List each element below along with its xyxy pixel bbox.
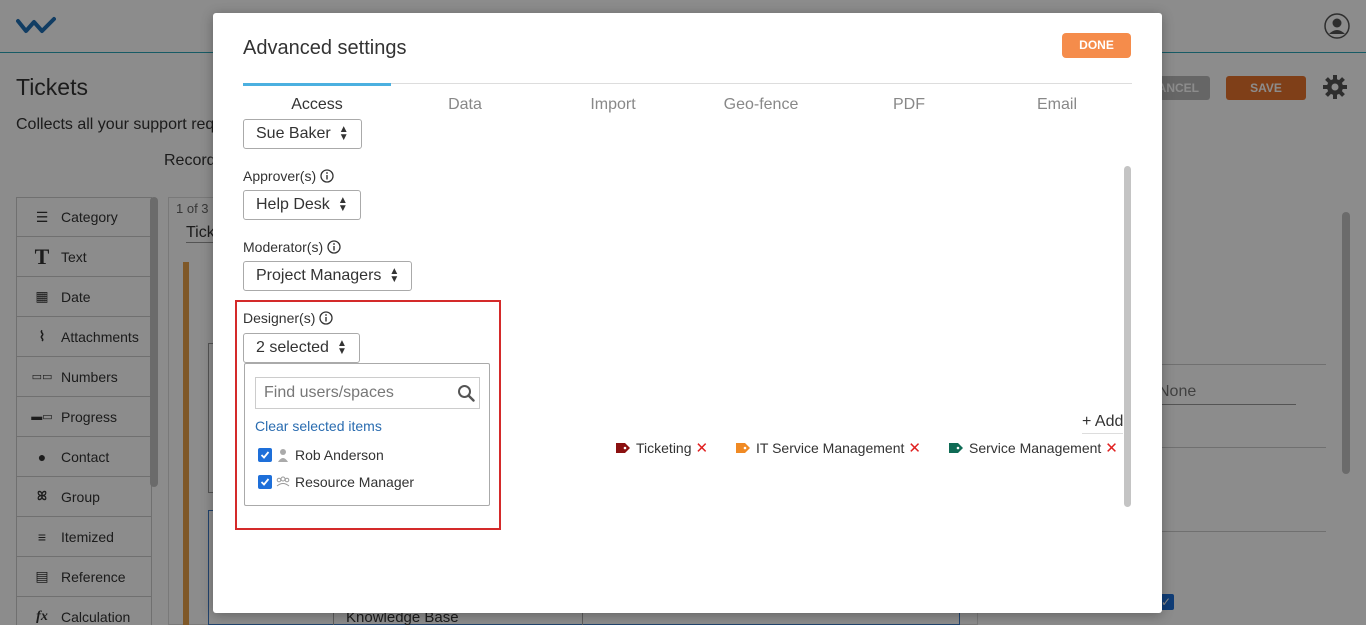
approver-value: Help Desk — [256, 196, 330, 213]
option-label: Rob Anderson — [295, 447, 384, 463]
info-icon[interactable] — [327, 240, 341, 254]
designer-select[interactable]: 2 selected ▲ ▼ — [243, 333, 360, 363]
sort-arrows-icon: ▲ ▼ — [337, 195, 348, 214]
option-resource-manager[interactable]: Resource Manager — [258, 474, 414, 490]
tag-icon — [949, 443, 963, 453]
modal-scrollbar[interactable] — [1124, 166, 1131, 507]
sort-arrows-icon: ▲ ▼ — [338, 124, 349, 143]
tag-it-service-management: IT Service Management ✕ — [736, 439, 921, 457]
remove-tag-icon[interactable]: ✕ — [696, 439, 709, 457]
tag-icon — [736, 443, 750, 453]
option-label: Resource Manager — [295, 474, 415, 490]
tab-geo-fence[interactable]: Geo-fence — [687, 83, 835, 117]
tag-label: Ticketing — [636, 440, 692, 456]
tab-access[interactable]: Access — [243, 83, 391, 117]
option-rob-anderson[interactable]: Rob Anderson — [258, 447, 384, 463]
tag-label: Service Management — [969, 440, 1102, 456]
tag-label: IT Service Management — [756, 440, 905, 456]
settings-tabs: Access Data Import Geo-fence PDF Email — [243, 83, 1132, 117]
designer-dropdown: Clear selected items Rob Anderson Resour… — [244, 363, 490, 506]
modal-title: Advanced settings — [243, 37, 407, 59]
owner-select[interactable]: Sue Baker ▲ ▼ — [243, 119, 362, 149]
tag-service-management: Service Management ✕ — [949, 439, 1118, 457]
search-icon[interactable] — [457, 384, 475, 402]
designer-label-text: Designer(s) — [243, 310, 316, 326]
info-icon[interactable] — [320, 169, 334, 183]
sort-arrows-icon: ▲ ▼ — [336, 338, 347, 357]
approver-label-text: Approver(s) — [243, 168, 317, 184]
user-icon — [278, 449, 288, 462]
add-tag-link[interactable]: + Add — [1082, 413, 1124, 434]
owner-value: Sue Baker — [256, 125, 331, 142]
tab-data[interactable]: Data — [391, 83, 539, 117]
done-button[interactable]: DONE — [1062, 33, 1131, 58]
tab-pdf[interactable]: PDF — [835, 83, 983, 117]
remove-tag-icon[interactable]: ✕ — [1105, 439, 1118, 457]
designer-label: Designer(s) — [243, 310, 334, 326]
tag-icon — [616, 443, 630, 453]
clear-selected-link[interactable]: Clear selected items — [255, 418, 382, 434]
advanced-settings-modal: Advanced settings DONE Access Data Impor… — [213, 13, 1162, 613]
checkbox[interactable] — [258, 475, 272, 489]
group-icon — [276, 476, 290, 487]
info-icon[interactable] — [319, 311, 334, 325]
sort-arrows-icon: ▲ ▼ — [389, 266, 400, 285]
moderator-value: Project Managers — [256, 267, 382, 284]
tab-email[interactable]: Email — [983, 83, 1131, 117]
checkbox[interactable] — [258, 448, 272, 462]
approver-select[interactable]: Help Desk ▲ ▼ — [243, 190, 361, 220]
search-input[interactable] — [255, 377, 480, 409]
moderator-label-text: Moderator(s) — [243, 239, 324, 255]
tag-ticketing: Ticketing ✕ — [616, 439, 708, 457]
designer-value: 2 selected — [256, 339, 329, 356]
remove-tag-icon[interactable]: ✕ — [908, 439, 921, 457]
tab-import[interactable]: Import — [539, 83, 687, 117]
approver-label: Approver(s) — [243, 168, 334, 184]
moderator-label: Moderator(s) — [243, 239, 341, 255]
moderator-select[interactable]: Project Managers ▲ ▼ — [243, 261, 413, 291]
